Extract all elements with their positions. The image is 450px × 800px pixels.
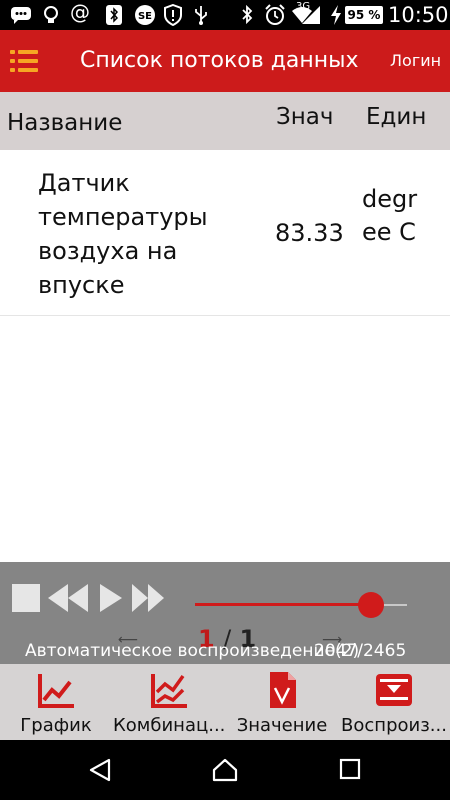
usb-icon: [192, 4, 210, 31]
auto-play-label[interactable]: Автоматическое воспроизведение(2): [25, 640, 359, 662]
svg-text:SE: SE: [138, 11, 152, 22]
lightbulb-icon: [42, 5, 60, 30]
recents-icon[interactable]: [339, 758, 361, 780]
table-header: Название Знач Един: [0, 92, 450, 150]
home-icon[interactable]: [212, 758, 238, 782]
page-title: Список потоков данных: [80, 48, 359, 73]
bluetooth-icon: [240, 4, 254, 31]
stop-button[interactable]: [12, 584, 40, 612]
back-icon[interactable]: [88, 758, 112, 782]
frame-counter: 2047/2465: [314, 641, 407, 661]
value-button[interactable]: Значение: [226, 664, 338, 740]
rewind-button[interactable]: [46, 582, 90, 614]
playback-slider-fill: [195, 603, 371, 606]
combined-chart-icon: [151, 674, 187, 708]
playback-label: Воспроиз...: [341, 715, 447, 736]
value-document-icon: [270, 672, 296, 708]
navigation-bar: [0, 740, 450, 800]
column-header-name: Название: [7, 110, 123, 136]
charging-icon: [330, 4, 342, 31]
playback-icon: [376, 674, 412, 706]
bluetooth-icon: [106, 4, 122, 31]
alarm-icon: [264, 4, 286, 31]
shield-icon: [164, 3, 182, 31]
bottom-toolbar: График Комбинац... Значение Воспроиз...: [0, 664, 450, 740]
fast-forward-button[interactable]: [130, 582, 166, 614]
play-button[interactable]: [98, 582, 124, 614]
menu-icon[interactable]: [10, 50, 38, 72]
chat-icon: [10, 5, 32, 30]
playback-slider-thumb[interactable]: [358, 592, 384, 618]
playback-slider[interactable]: [195, 592, 407, 618]
value-label: Значение: [236, 715, 328, 736]
combination-button[interactable]: Комбинац...: [113, 664, 225, 740]
graph-label: График: [20, 715, 92, 736]
se-icon: SE: [134, 4, 156, 31]
battery-level: 95 %: [345, 6, 383, 24]
combination-label: Комбинац...: [113, 715, 225, 736]
graph-button[interactable]: График: [0, 664, 112, 740]
row-value: 83.33: [275, 219, 344, 247]
signal-icon: [300, 4, 322, 31]
playback-panel: ⟵ 1 / 1 ⟶ Автоматическое воспроизведение…: [0, 562, 450, 664]
row-unit: degree C: [362, 185, 418, 246]
clock: 10:50: [388, 3, 449, 27]
status-bar: @ SE 3G 95 % 10:50: [0, 0, 450, 30]
at-icon: @: [70, 0, 90, 24]
login-button[interactable]: Логин: [390, 51, 441, 71]
column-header-unit: Един: [366, 104, 427, 130]
column-header-value: Знач: [276, 104, 334, 130]
row-name: Датчик температуры воздуха на впуске: [38, 169, 208, 299]
app-bar: Список потоков данных Логин: [0, 30, 450, 92]
playback-button[interactable]: Воспроиз...: [338, 664, 450, 740]
table-row[interactable]: Датчик температуры воздуха на впуске 83.…: [0, 150, 450, 316]
line-chart-icon: [38, 674, 74, 708]
